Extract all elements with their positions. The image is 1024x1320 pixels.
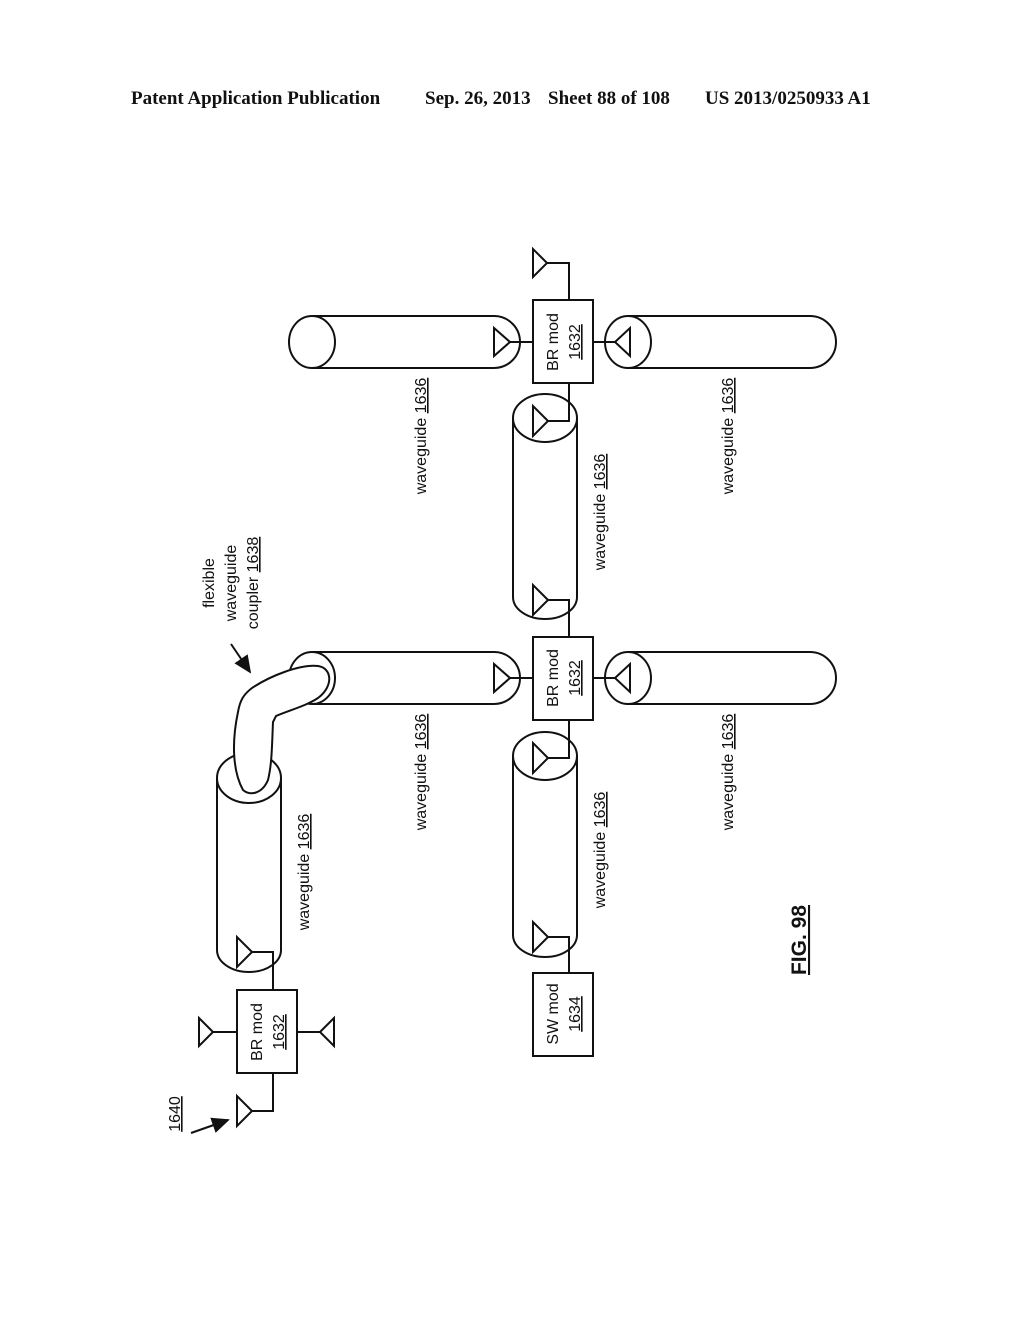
br-mod-middle: BR mod 1632: [532, 636, 594, 721]
br-mod-middle-ref: 1632: [567, 660, 584, 696]
figure-98-diagram: BR mod 1632 BR mod 1632 SW mod 1634 BR m…: [167, 246, 837, 1134]
antenna-icon: [297, 1015, 335, 1049]
antenna-icon: [532, 246, 570, 300]
antenna-icon: [236, 934, 274, 990]
br-mod-left-ref: 1632: [271, 1014, 288, 1050]
antenna-icon: [532, 919, 570, 973]
coupler-label-line2: waveguide: [223, 545, 240, 623]
coupler-label-line1: flexible: [201, 558, 218, 608]
waveguide-label: waveguide 1636: [296, 814, 313, 932]
waveguide-top-left: [288, 315, 521, 369]
sw-mod-ref: 1634: [567, 996, 584, 1032]
waveguide-top-right: [604, 315, 837, 369]
waveguide-label: waveguide 1636: [592, 454, 609, 572]
figure-label: FIG. 98: [788, 905, 811, 975]
coupler-label-text: coupler: [245, 572, 262, 629]
waveguide-label-text: waveguide: [720, 413, 737, 495]
waveguide-label-ref: 1636: [720, 378, 737, 414]
waveguide-label: waveguide 1636: [413, 378, 430, 496]
waveguide-vertical-upper: [512, 393, 578, 620]
waveguide-label: waveguide 1636: [413, 714, 430, 832]
waveguide-label-text: waveguide: [720, 749, 737, 831]
waveguide-label-ref: 1636: [296, 814, 313, 850]
waveguide-label-ref: 1636: [413, 714, 430, 750]
br-mod-top: BR mod 1632: [532, 299, 594, 384]
coupler-label-ref: 1638: [245, 537, 262, 573]
coupler-label-line3: coupler 1638: [245, 537, 262, 630]
antenna-icon: [493, 325, 533, 359]
br-mod-top-ref: 1632: [567, 324, 584, 360]
br-mod-middle-name: BR mod: [545, 649, 562, 707]
antenna-icon: [198, 1015, 237, 1049]
waveguide-label: waveguide 1636: [720, 378, 737, 496]
br-mod-top-name: BR mod: [545, 313, 562, 371]
antenna-icon: [493, 661, 533, 695]
waveguide-label-ref: 1636: [592, 454, 609, 490]
br-mod-left: BR mod 1632: [236, 989, 298, 1074]
waveguide-label-text: waveguide: [413, 749, 430, 831]
waveguide-label-ref: 1636: [592, 792, 609, 828]
waveguide-label-text: waveguide: [413, 413, 430, 495]
waveguide-label-ref: 1636: [720, 714, 737, 750]
antenna-icon: [236, 1073, 274, 1129]
sw-mod-name: SW mod: [545, 983, 562, 1044]
antenna-icon: [532, 582, 570, 637]
waveguide-label: waveguide 1636: [592, 792, 609, 910]
br-mod-left-name: BR mod: [249, 1003, 266, 1061]
waveguide-vertical-lower: [512, 731, 578, 958]
waveguide-label: waveguide 1636: [720, 714, 737, 832]
coupler-arrow: [230, 643, 252, 674]
waveguide-label-text: waveguide: [592, 827, 609, 909]
waveguide-label-text: waveguide: [296, 849, 313, 931]
waveguide-label-ref: 1636: [413, 378, 430, 414]
system-ref-label: 1640: [167, 1096, 184, 1132]
system-ref-arrow: [190, 1117, 230, 1134]
waveguide-label-text: waveguide: [592, 489, 609, 571]
sw-mod: SW mod 1634: [532, 972, 594, 1057]
waveguide-mid-right: [604, 651, 837, 705]
